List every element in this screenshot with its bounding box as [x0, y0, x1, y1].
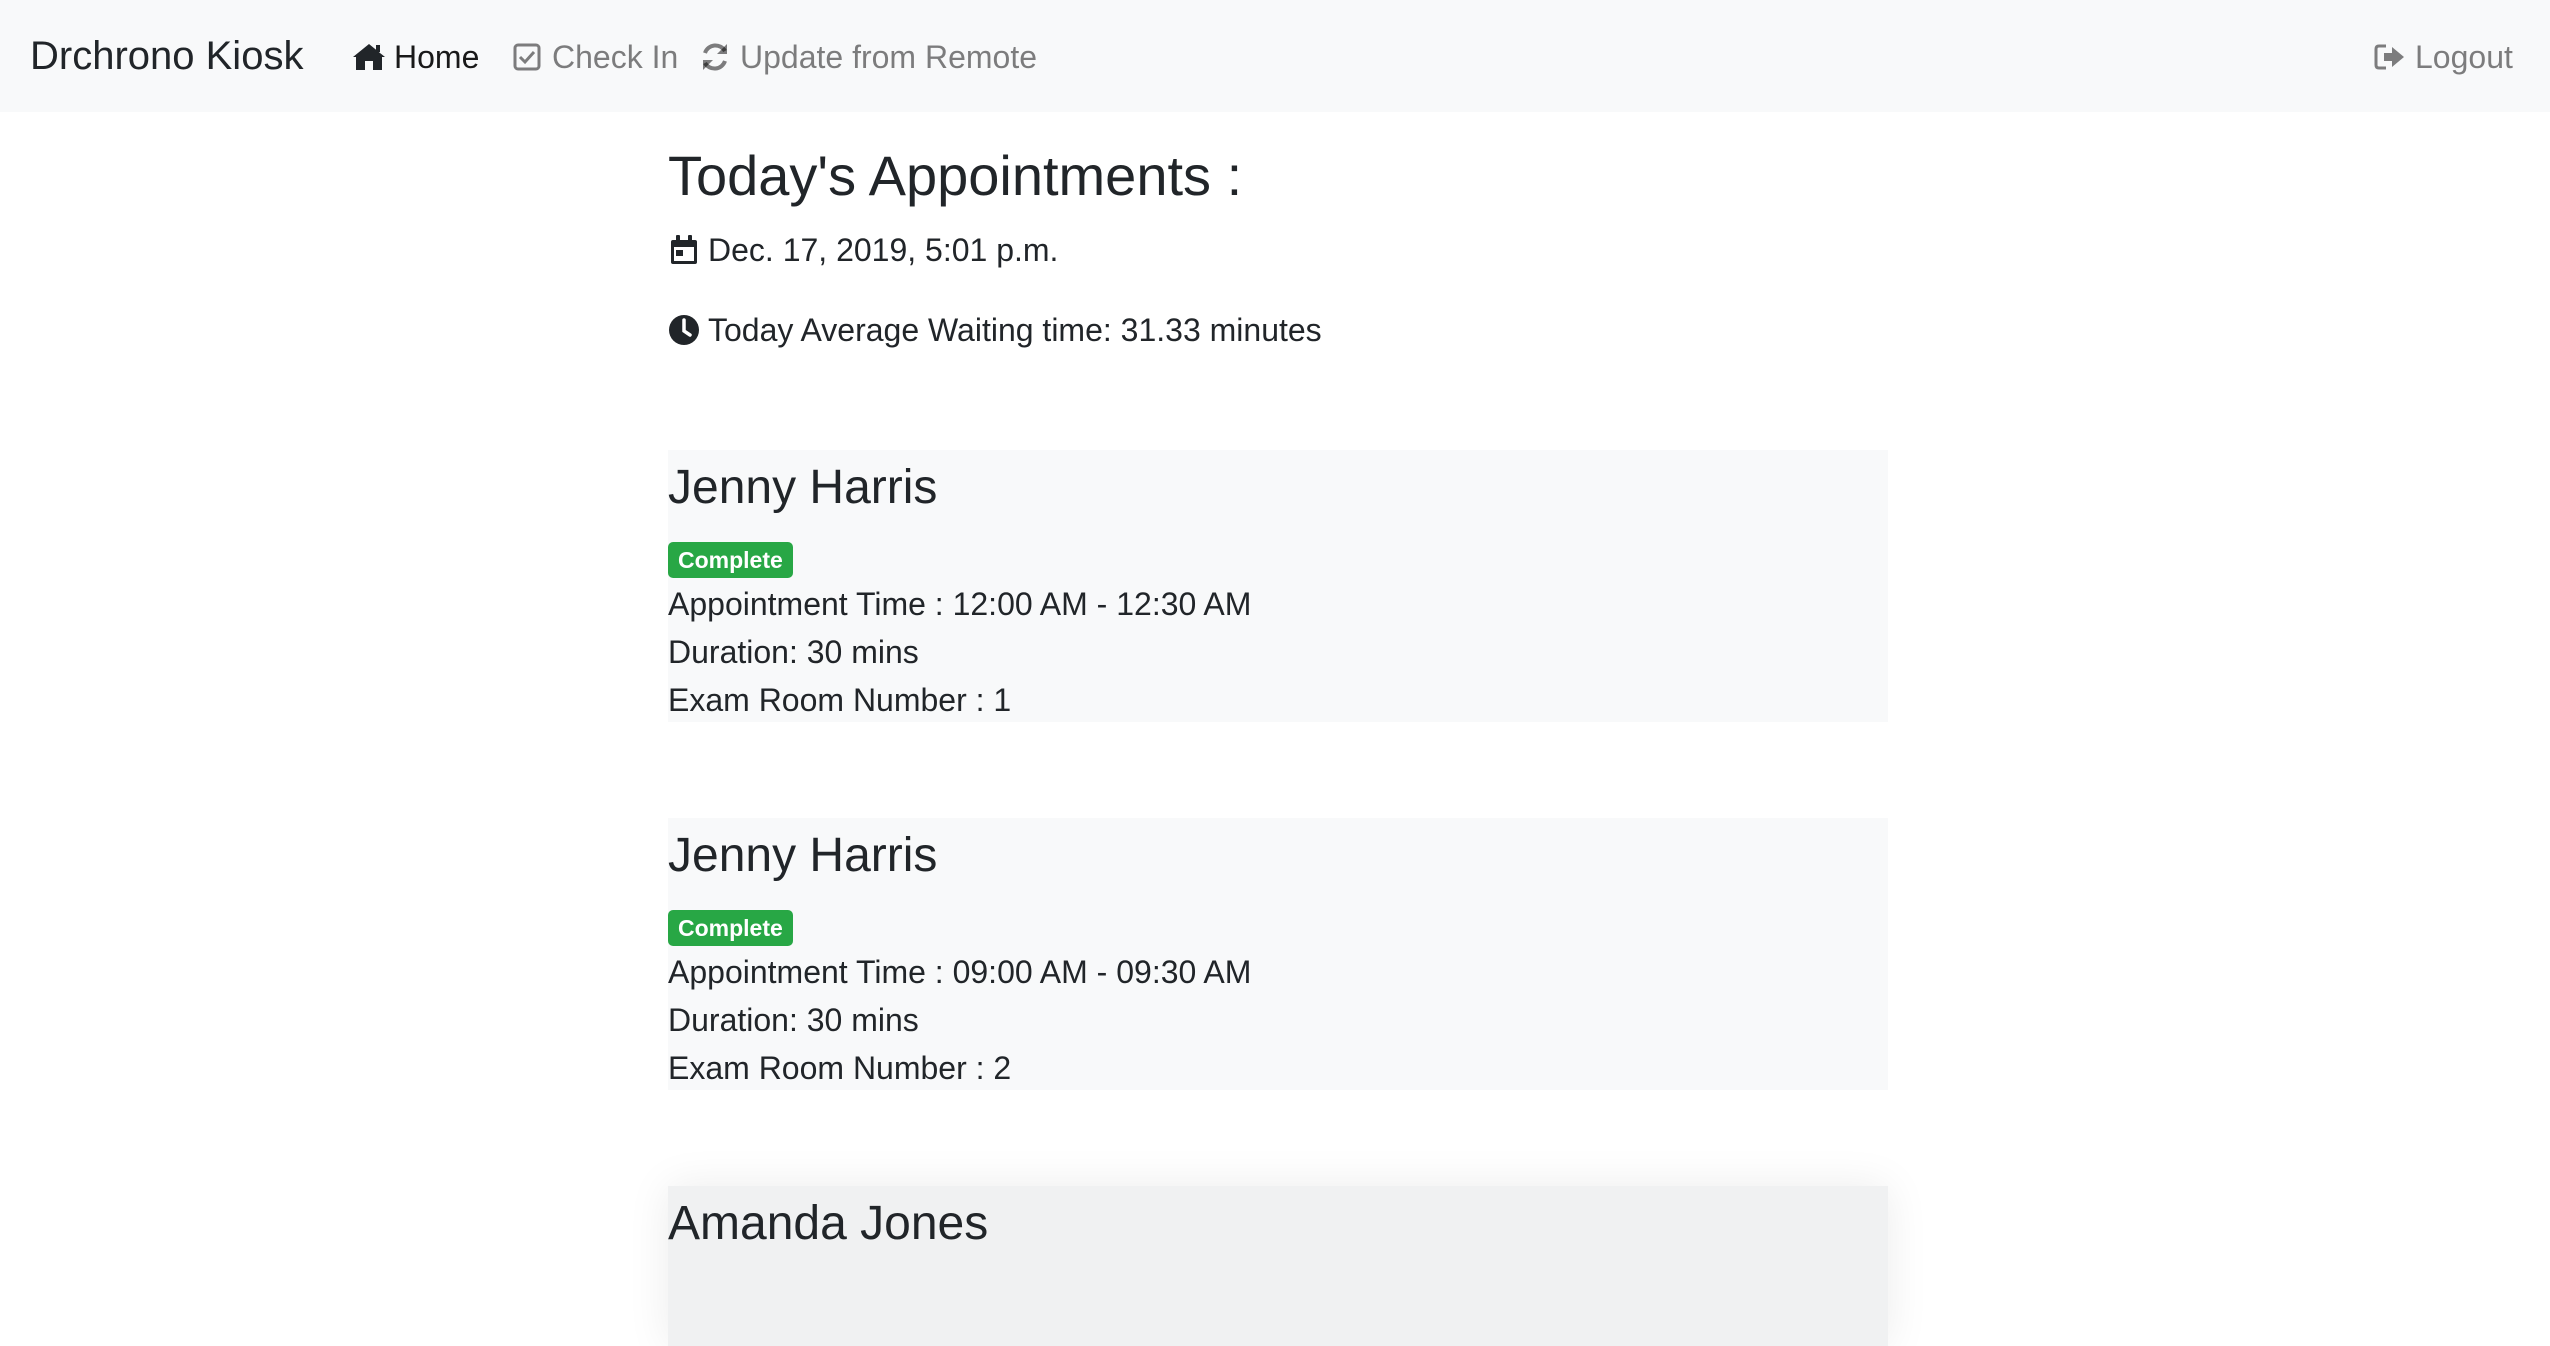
appointment-duration: Duration: 30 mins	[668, 1002, 919, 1038]
date-text: Dec. 17, 2019, 5:01 p.m.	[708, 232, 1059, 268]
appointment-duration: Duration: 30 mins	[668, 634, 919, 670]
appointment-card[interactable]: Jenny Harris Complete Appointment Time :…	[668, 818, 1888, 1090]
exam-room-number: Exam Room Number : 2	[668, 1050, 1012, 1086]
appointment-time: Appointment Time : 12:00 AM - 12:30 AM	[668, 586, 1252, 622]
page-title: Today's Appointments :	[668, 144, 1243, 207]
nav-check-in-link[interactable]: Check In	[510, 31, 678, 83]
logout-link[interactable]: Logout	[2373, 31, 2513, 83]
logout-label: Logout	[2415, 38, 2513, 75]
nav-update-remote-link[interactable]: Update from Remote	[698, 31, 1037, 83]
nav-home-link[interactable]: Home	[352, 31, 479, 83]
appointment-card[interactable]: Amanda Jones	[668, 1186, 1888, 1346]
nav-update-remote-label: Update from Remote	[740, 38, 1038, 75]
refresh-icon	[698, 40, 732, 74]
brand-link[interactable]: Drchrono Kiosk	[30, 30, 303, 82]
nav-check-in-label: Check In	[552, 38, 679, 75]
patient-name: Jenny Harris	[668, 829, 938, 882]
calendar-icon	[668, 234, 700, 266]
appointment-time: Appointment Time : 09:00 AM - 09:30 AM	[668, 954, 1252, 990]
status-badge: Complete	[668, 910, 793, 946]
nav-home-label: Home	[394, 38, 480, 75]
average-waiting-time: Today Average Waiting time: 31.33 minute…	[668, 308, 1322, 352]
status-badge: Complete	[668, 542, 793, 578]
current-date: Dec. 17, 2019, 5:01 p.m.	[668, 228, 1058, 272]
patient-name: Jenny Harris	[668, 461, 938, 514]
waiting-time-text: Today Average Waiting time: 31.33 minute…	[708, 312, 1322, 348]
sign-out-icon	[2373, 40, 2407, 74]
check-square-icon	[510, 40, 544, 74]
clock-icon	[668, 314, 700, 346]
patient-name: Amanda Jones	[668, 1197, 989, 1250]
home-icon	[352, 40, 386, 74]
top-navbar: Drchrono Kiosk Home Check In Update from…	[0, 0, 2550, 112]
appointment-card[interactable]: Jenny Harris Complete Appointment Time :…	[668, 450, 1888, 722]
exam-room-number: Exam Room Number : 1	[668, 682, 1012, 718]
